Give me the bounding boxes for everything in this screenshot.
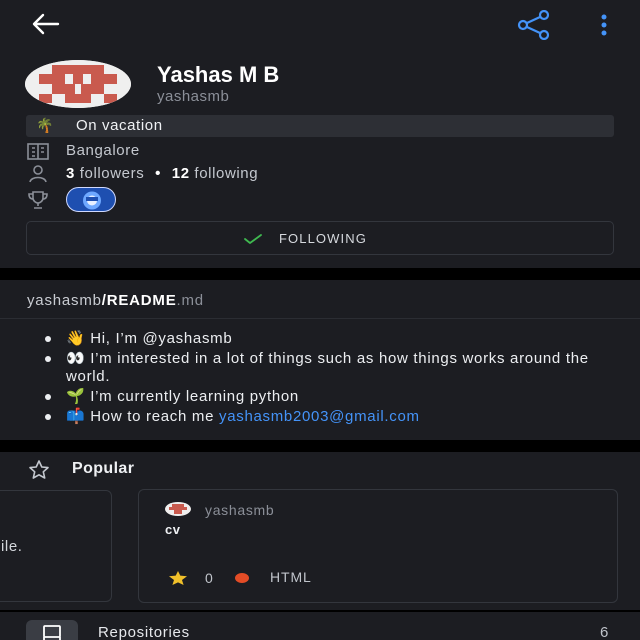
palm-tree-emoji: 🌴 <box>36 117 54 133</box>
following-button[interactable]: FOLLOWING <box>26 221 614 255</box>
owner-avatar <box>165 502 191 516</box>
repo-icon <box>43 625 61 640</box>
readme-list: 👋 Hi, I’m @yashasmb 👀 I’m interested in … <box>45 330 625 428</box>
location-row: Bangalore <box>26 141 606 161</box>
identicon-image <box>25 60 131 108</box>
following-button-label: FOLLOWING <box>279 231 367 246</box>
readme-file: README <box>106 292 177 309</box>
repo-owner: yashasmb <box>205 502 275 518</box>
language-color-dot <box>235 573 249 583</box>
star-count: 0 <box>205 570 213 586</box>
profile-login: yashasmb <box>157 88 230 105</box>
readme-owner: yashasmb <box>27 292 102 309</box>
check-icon <box>244 234 262 244</box>
location-text: Bangalore <box>66 142 140 159</box>
list-item: 🌱 I’m currently learning python <box>45 388 625 406</box>
repo-name: cv <box>165 522 181 537</box>
readme-ext: .md <box>176 292 204 309</box>
divider <box>0 318 640 319</box>
separator-dot: • <box>155 165 161 182</box>
following-count: 12 <box>171 165 190 182</box>
repositories-row[interactable]: Repositories 6 <box>0 612 640 640</box>
repo-icon-box <box>26 620 78 640</box>
star-filled-icon <box>169 571 187 585</box>
arrow-left-icon[interactable] <box>30 10 62 38</box>
list-item: 👀 I’m interested in a lot of things such… <box>45 350 625 385</box>
avatar[interactable] <box>25 60 131 108</box>
achievement-badge[interactable] <box>66 187 116 212</box>
following-label[interactable]: following <box>194 165 258 182</box>
repo-description: ile. <box>1 538 23 555</box>
popular-title: Popular <box>72 460 135 477</box>
trophy-icon <box>28 191 48 209</box>
quickdraw-badge-icon <box>83 191 101 210</box>
repo-language: HTML <box>270 569 312 585</box>
readme-section: yashasmb/README.md 👋 Hi, I’m @yashasmb 👀… <box>0 280 640 440</box>
status-badge[interactable]: 🌴 On vacation <box>26 115 614 137</box>
profile-name: Yashas M B <box>157 62 280 87</box>
repositories-count: 6 <box>600 624 609 640</box>
popular-repo-card[interactable]: ile. <box>0 490 112 602</box>
contact-prefix: 📫 How to reach me <box>66 407 219 425</box>
repositories-label: Repositories <box>98 624 190 640</box>
share-icon[interactable] <box>516 10 552 40</box>
list-item: 👋 Hi, I’m @yashasmb <box>45 330 625 348</box>
followers-row[interactable]: 3 followers • 12 following <box>26 164 606 184</box>
readme-path[interactable]: yashasmb/README.md <box>27 292 204 309</box>
followers-count: 3 <box>66 165 75 182</box>
profile-header: Yashas M B yashasmb 🌴 On vacation Bangal… <box>0 0 640 268</box>
email-link[interactable]: yashasmb2003@gmail.com <box>219 408 420 425</box>
building-icon <box>27 143 49 160</box>
popular-repo-card[interactable]: yashasmb cv 0 HTML <box>138 489 618 603</box>
status-text: On vacation <box>76 117 163 134</box>
followers-label[interactable]: followers <box>80 165 145 182</box>
person-icon <box>29 165 47 183</box>
popular-section: Popular ile. yashasmb cv 0 HTML <box>0 452 640 610</box>
kebab-menu-icon[interactable] <box>595 12 613 38</box>
identicon-image <box>169 504 187 514</box>
star-outline-icon <box>29 460 49 479</box>
list-item: 📫 How to reach me yashasmb2003@gmail.com <box>45 408 625 426</box>
